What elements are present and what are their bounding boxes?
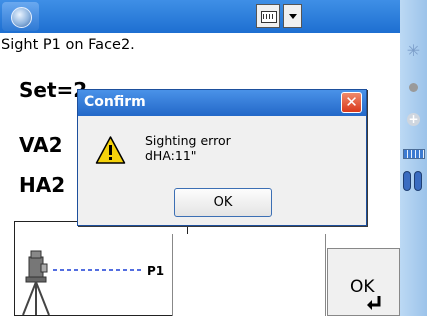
plus-icon[interactable]: + [407,113,420,126]
warning-icon [95,136,126,164]
side-icon-strip: ✳ + [400,0,427,316]
top-bar [0,0,400,33]
keyboard-icon [261,11,277,23]
record-icon[interactable] [403,171,423,191]
va2-label: VA2 [19,133,63,157]
battery-icon [403,149,425,159]
star-icon[interactable]: ✳ [405,43,422,59]
dialog-ok-button[interactable]: OK [174,188,272,217]
confirm-dialog: Confirm ✕ Sighting error dHA:11" OK [77,89,367,226]
start-button[interactable] [2,2,39,31]
dialog-message-line1: Sighting error [145,133,231,148]
windows-start-orb-icon [11,7,32,28]
instruction-text: Sight P1 on Face2. [1,37,135,53]
dot-icon[interactable] [409,83,418,92]
enter-arrow-icon [367,296,381,310]
dialog-title-bar: Confirm ✕ [78,90,366,116]
ok-button[interactable]: OK [327,248,400,316]
keyboard-dropdown-button[interactable] [283,4,302,28]
keyboard-button[interactable] [256,4,280,28]
total-station-diagram: P1 [22,250,164,316]
sight-diagram: P1 [14,221,188,316]
ok-button-label: OK [350,277,375,297]
ha2-label: HA2 [19,173,66,197]
close-icon: ✕ [345,93,358,111]
close-button[interactable]: ✕ [341,92,362,113]
side-panel [172,234,326,316]
total-station-icon [22,250,50,316]
dialog-message-line2: dHA:11" [145,148,197,163]
point-label: P1 [147,264,164,278]
chevron-down-icon [289,14,297,19]
dialog-title: Confirm [84,94,146,110]
